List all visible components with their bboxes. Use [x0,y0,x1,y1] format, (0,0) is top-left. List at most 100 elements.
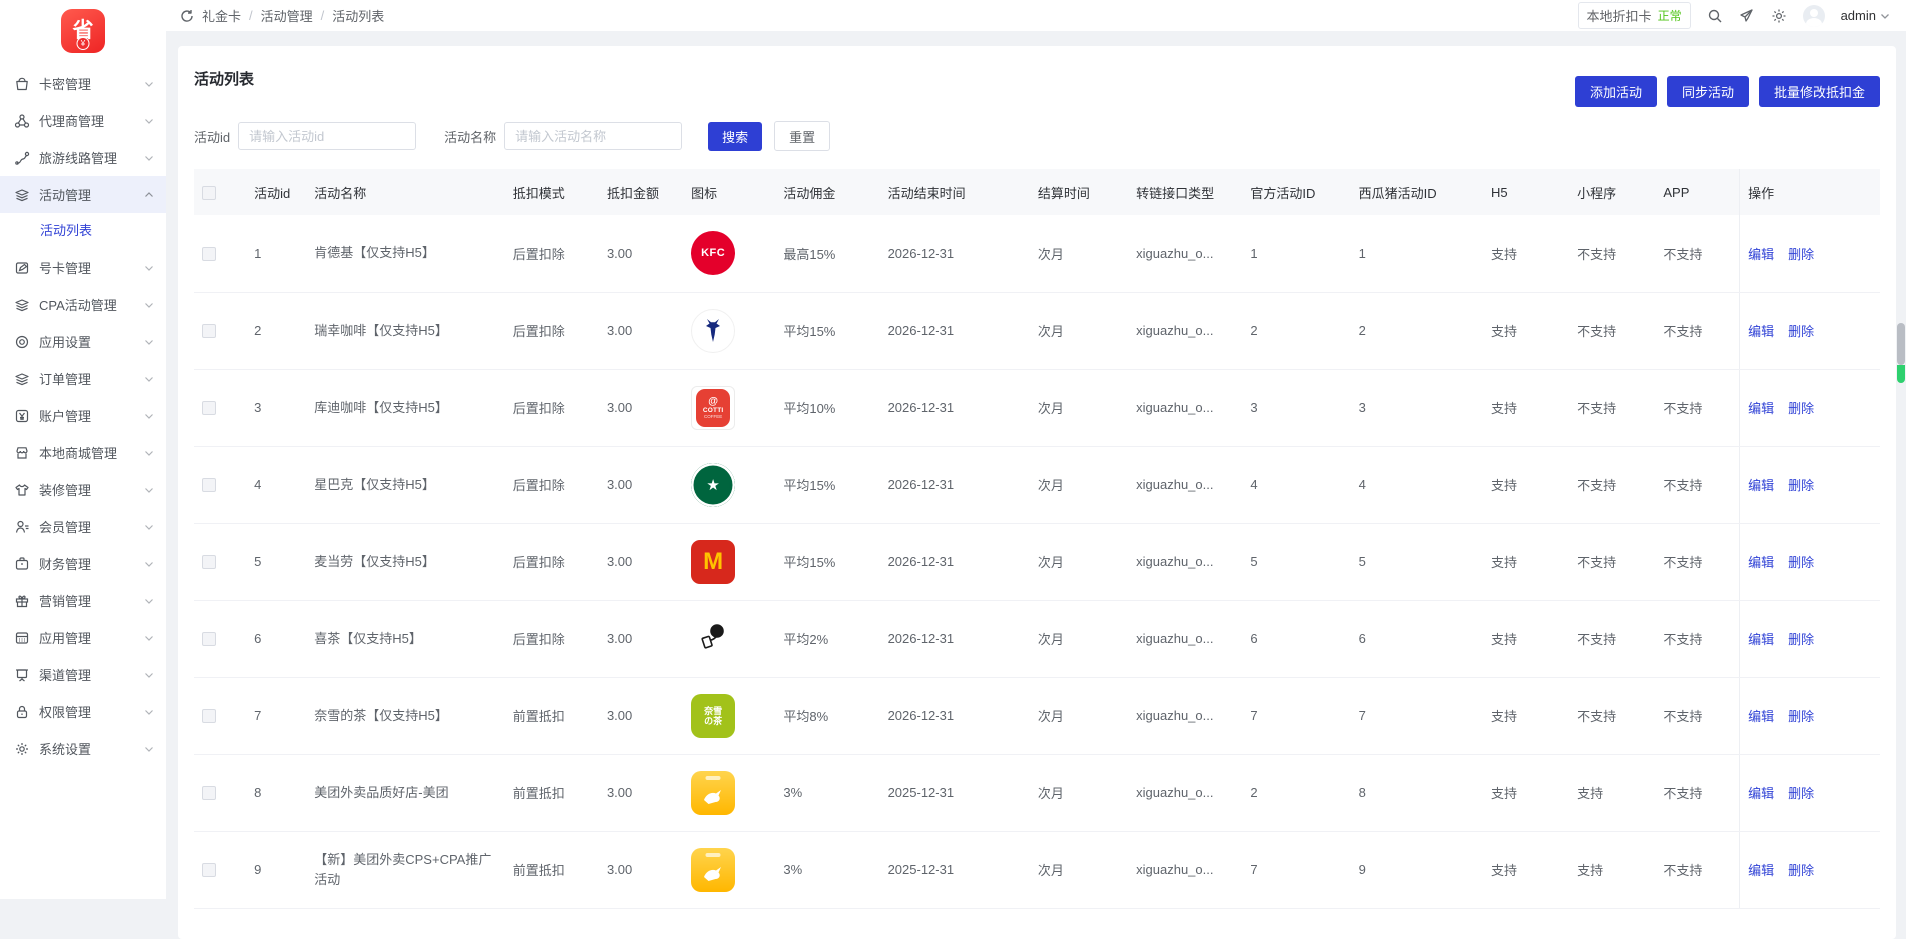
edit-link[interactable]: 编辑 [1748,401,1774,416]
avatar[interactable] [1803,5,1825,27]
cell-activity-name: 【新】美团外卖CPS+CPA推广活动 [306,831,504,908]
sidebar-item-订单管理[interactable]: 订单管理 [0,360,166,397]
cell-commission: 平均15% [775,446,879,523]
delete-link[interactable]: 删除 [1788,863,1814,878]
delete-link[interactable]: 删除 [1788,786,1814,801]
row-checkbox-cell [194,369,246,446]
toolbar-button-添加活动[interactable]: 添加活动 [1575,76,1657,107]
cell-mini-program: 不支持 [1569,292,1655,369]
row-checkbox[interactable] [202,632,216,646]
sidebar-item-应用管理[interactable]: 应用管理 [0,619,166,656]
cell-activity-id: 2 [246,292,306,369]
sidebar-item-营销管理[interactable]: 营销管理 [0,582,166,619]
row-checkbox[interactable] [202,401,216,415]
cell-activity-name: 美团外卖品质好店-美团 [306,754,504,831]
sidebar-item-系统设置[interactable]: 系统设置 [0,730,166,767]
cell-deduct-mode: 后置扣除 [505,600,599,677]
sidebar-item-本地商城管理[interactable]: 本地商城管理 [0,434,166,471]
toolbar-button-同步活动[interactable]: 同步活动 [1667,76,1749,107]
search-button[interactable]: 搜索 [708,122,762,151]
app-logo[interactable]: 省 ¥ [61,9,105,53]
cell-activity-id: 8 [246,754,306,831]
chevron-down-icon [144,117,154,125]
user-menu[interactable]: admin [1841,8,1890,23]
sidebar-item-旅游线路管理[interactable]: 旅游线路管理 [0,139,166,176]
sidebar-item-权限管理[interactable]: 权限管理 [0,693,166,730]
delete-link[interactable]: 删除 [1788,709,1814,724]
chevron-down-icon [144,412,154,420]
edit-link[interactable]: 编辑 [1748,863,1774,878]
cell-settle-time: 次月 [1030,677,1128,754]
table-row: 5麦当劳【仅支持H5】后置扣除3.00M平均15%2026-12-31次月xig… [194,523,1880,600]
sidebar-item-装修管理[interactable]: 装修管理 [0,471,166,508]
chevron-down-icon [144,375,154,383]
sidebar-item-财务管理[interactable]: 财务管理 [0,545,166,582]
edit-link[interactable]: 编辑 [1748,247,1774,262]
activity-id-input[interactable] [238,122,416,150]
edit-link[interactable]: 编辑 [1748,632,1774,647]
naixue-logo: 奈雪の茶 [691,694,735,738]
cell-official-id: 7 [1242,831,1350,908]
layers-icon [14,297,30,313]
activity-name-input[interactable] [504,122,682,150]
edit-link[interactable]: 编辑 [1748,324,1774,339]
edit-link[interactable]: 编辑 [1748,786,1774,801]
delete-link[interactable]: 删除 [1788,555,1814,570]
sidebar-item-代理商管理[interactable]: 代理商管理 [0,102,166,139]
cell-app: 不支持 [1655,369,1739,446]
cell-mini-program: 不支持 [1569,369,1655,446]
row-checkbox[interactable] [202,709,216,723]
chevron-down-icon [144,523,154,531]
toolbar-button-批量修改抵扣金[interactable]: 批量修改抵扣金 [1759,76,1880,107]
column-header-活动佣金: 活动佣金 [775,169,879,215]
select-all-checkbox[interactable] [202,186,216,200]
sidebar-item-卡密管理[interactable]: 卡密管理 [0,65,166,102]
sidebar-item-渠道管理[interactable]: 渠道管理 [0,656,166,693]
sidebar-item-CPA活动管理[interactable]: CPA活动管理 [0,286,166,323]
row-checkbox[interactable] [202,247,216,261]
row-checkbox[interactable] [202,324,216,338]
yen-icon [14,408,30,424]
edit-link[interactable]: 编辑 [1748,709,1774,724]
delete-link[interactable]: 删除 [1788,632,1814,647]
chevron-up-icon [144,191,154,199]
sidebar-item-会员管理[interactable]: 会员管理 [0,508,166,545]
breadcrumb-item-活动列表[interactable]: 活动列表 [332,6,384,25]
cell-deduct-amount: 3.00 [599,369,683,446]
delete-link[interactable]: 删除 [1788,401,1814,416]
reset-button[interactable]: 重置 [774,121,830,151]
row-checkbox[interactable] [202,555,216,569]
send-icon[interactable] [1739,8,1755,24]
column-header-结算时间: 结算时间 [1030,169,1128,215]
cell-deduct-mode: 后置扣除 [505,446,599,523]
vertical-scrollbar[interactable] [1897,323,1905,365]
sidebar-item-账户管理[interactable]: 账户管理 [0,397,166,434]
breadcrumb-item-礼金卡[interactable]: 礼金卡 [202,6,241,25]
sidebar-item-label: 订单管理 [39,369,144,388]
row-checkbox[interactable] [202,478,216,492]
site-badge[interactable]: 本地折扣卡 正常 [1578,2,1691,29]
cell-link-type: xiguazhu_o... [1128,369,1242,446]
row-checkbox-cell [194,677,246,754]
sidebar-item-活动管理[interactable]: 活动管理 [0,176,166,213]
edit-link[interactable]: 编辑 [1748,478,1774,493]
gear-icon[interactable] [1771,8,1787,24]
breadcrumb-item-活动管理[interactable]: 活动管理 [261,6,313,25]
refresh-icon[interactable] [180,9,194,23]
sidebar-item-label: 旅游线路管理 [39,148,144,167]
delete-link[interactable]: 删除 [1788,478,1814,493]
chevron-down-icon [144,560,154,568]
sidebar-item-label: 账户管理 [39,406,144,425]
breadcrumb: 礼金卡/活动管理/活动列表 [180,6,384,25]
sidebar-item-应用设置[interactable]: 应用设置 [0,323,166,360]
delete-link[interactable]: 删除 [1788,324,1814,339]
delete-link[interactable]: 删除 [1788,247,1814,262]
row-checkbox[interactable] [202,786,216,800]
sidebar-item-号卡管理[interactable]: 号卡管理 [0,249,166,286]
cell-official-id: 2 [1242,292,1350,369]
search-icon[interactable] [1707,8,1723,24]
edit-link[interactable]: 编辑 [1748,555,1774,570]
sidebar-subitem-活动列表[interactable]: 活动列表 [0,213,166,249]
cell-activity-name: 星巴克【仅支持H5】 [306,446,504,523]
row-checkbox[interactable] [202,863,216,877]
